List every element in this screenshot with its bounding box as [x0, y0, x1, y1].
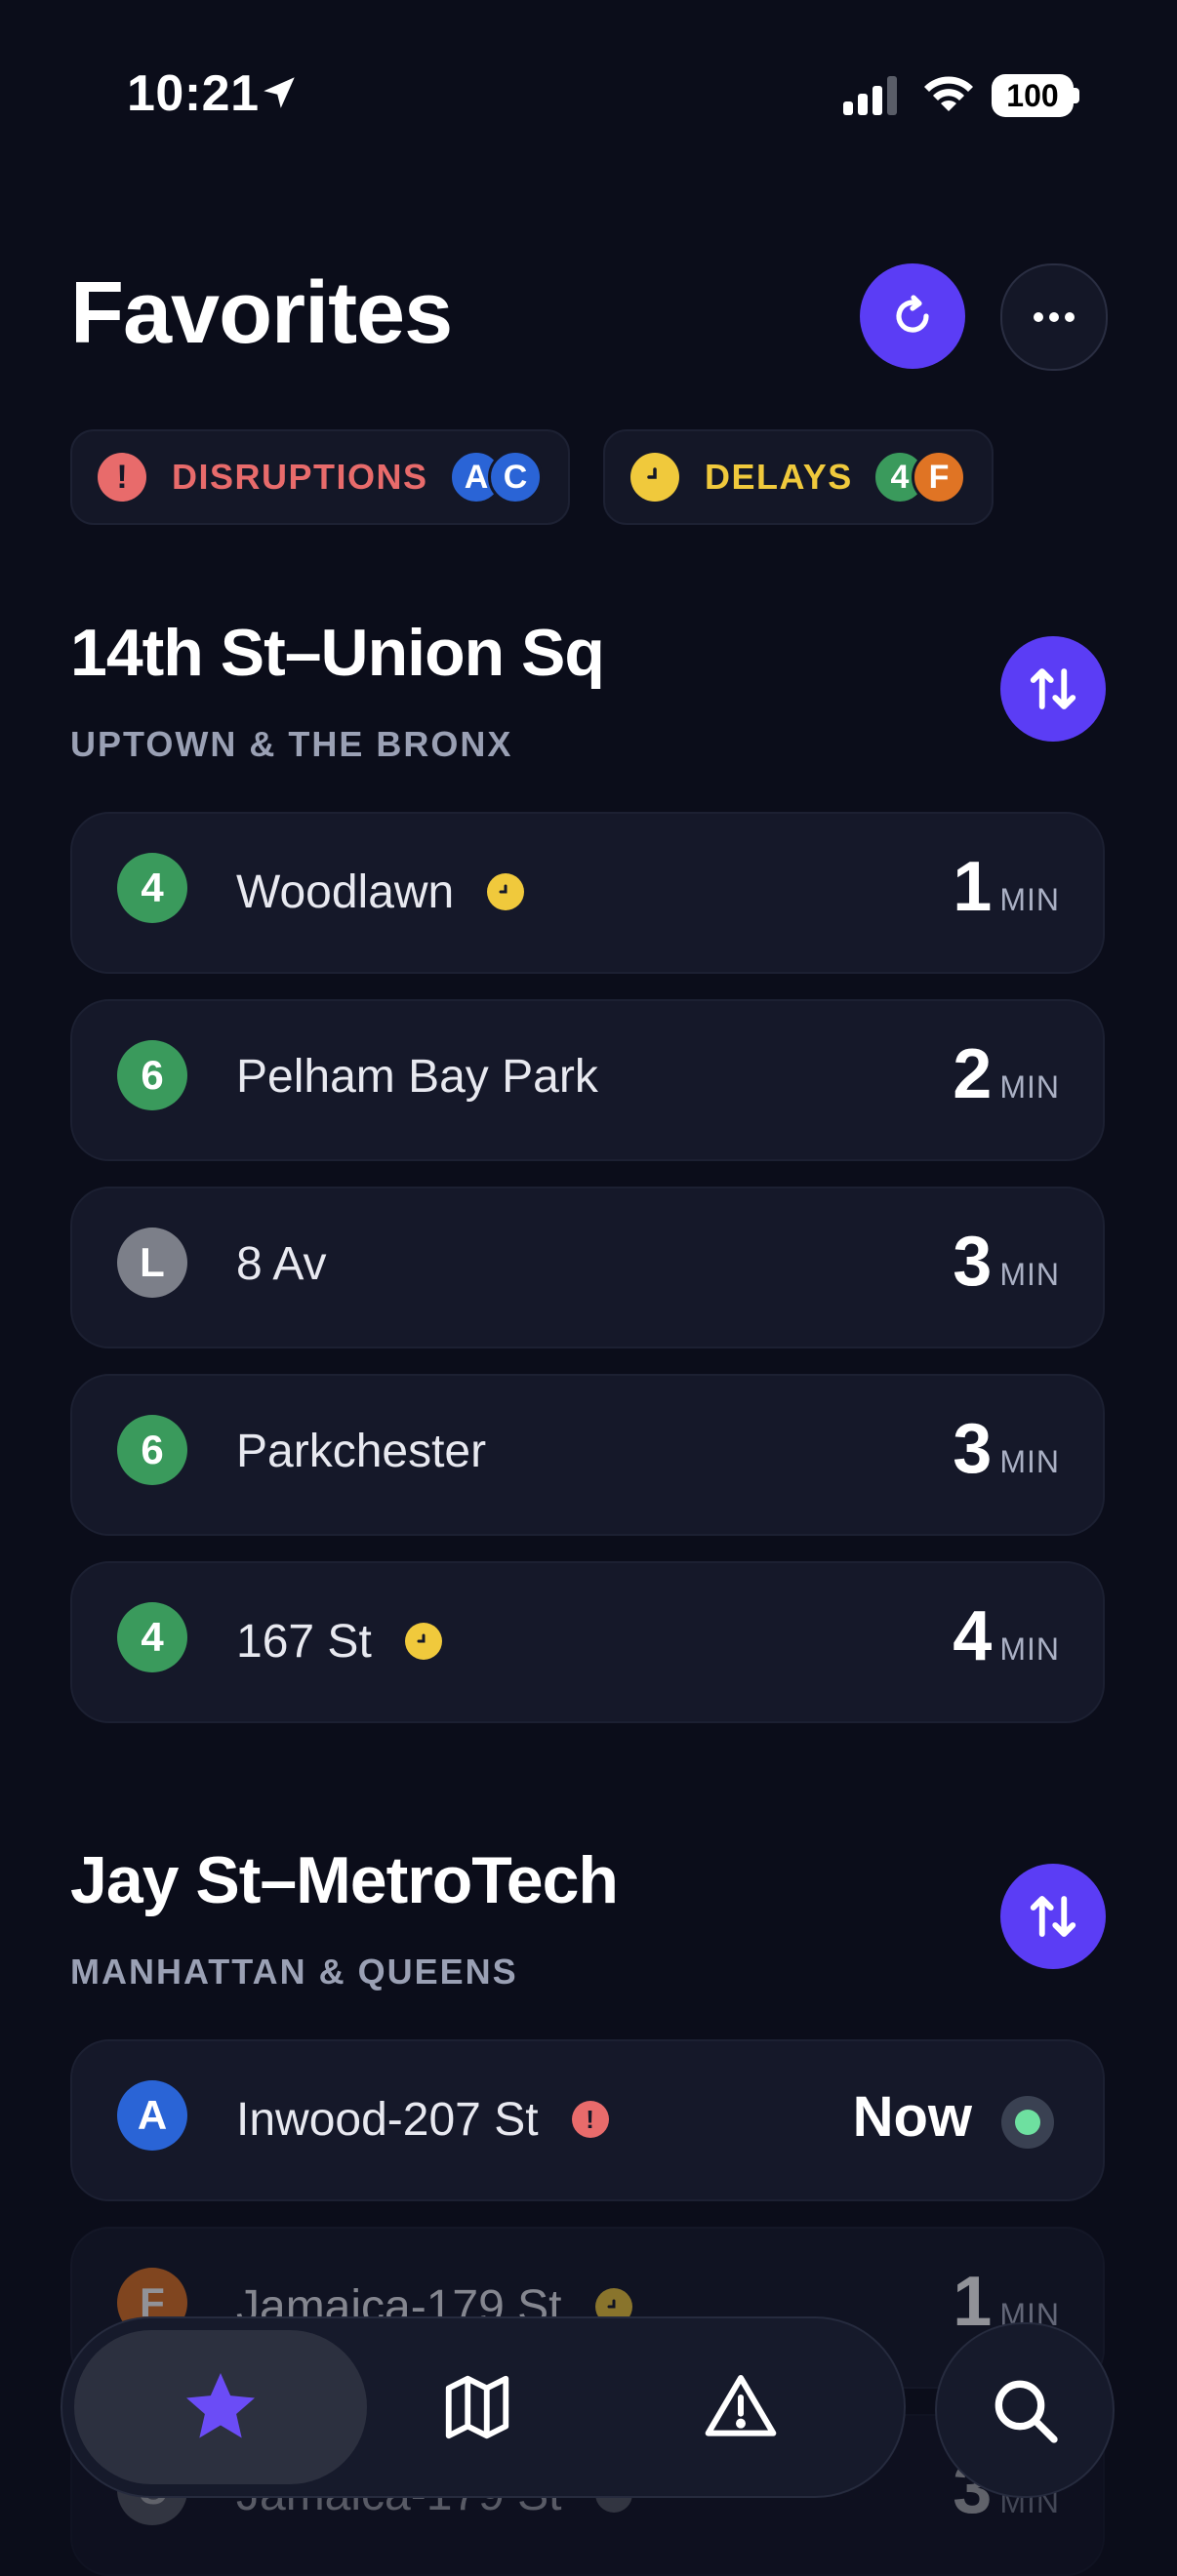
arrival-row[interactable]: 4 167 St 4 MIN	[70, 1561, 1105, 1723]
eta-minutes: 4	[953, 1597, 993, 1675]
eta-minutes: 1	[953, 848, 993, 926]
line-bullet: 4	[117, 853, 187, 923]
cellular-signal-icon	[843, 76, 897, 115]
station-direction: UPTOWN & THE BRONX	[70, 724, 513, 764]
search-icon	[994, 2380, 1058, 2443]
battery-indicator: 100	[992, 74, 1074, 117]
delay-lines: 4 F	[873, 450, 966, 504]
battery-nub	[1074, 88, 1079, 103]
line-bullet: F	[912, 450, 966, 504]
arrival-row[interactable]: 6 Pelham Bay Park 2 MIN	[70, 999, 1105, 1161]
destination: Parkchester	[236, 1426, 487, 1477]
swap-arrows-icon	[1030, 1896, 1076, 1937]
destination: Pelham Bay Park	[236, 1051, 598, 1103]
eta-unit: MIN	[999, 1069, 1060, 1105]
line-bullet: C	[488, 450, 543, 504]
tab-favorites[interactable]	[74, 2330, 367, 2484]
location-arrow-icon	[264, 77, 295, 108]
refresh-button[interactable]	[860, 263, 965, 369]
line-bullet: L	[117, 1228, 187, 1298]
page-title: Favorites	[70, 264, 453, 362]
map-icon	[445, 2375, 509, 2439]
eta-now: Now	[852, 2085, 972, 2149]
destination: Woodlawn	[236, 865, 455, 918]
eta-minutes: 2	[953, 1035, 993, 1113]
refresh-icon	[896, 295, 929, 333]
eta-unit: MIN	[999, 882, 1060, 917]
line-bullet: 4	[117, 1602, 187, 1672]
swap-direction-button[interactable]	[1000, 636, 1106, 742]
delay-clock-icon	[404, 1623, 442, 1660]
line-bullet: A	[117, 2080, 187, 2151]
ellipsis-icon	[1034, 312, 1075, 322]
delays-pill[interactable]: DELAYS 4 F	[603, 429, 994, 525]
station-direction: MANHATTAN & QUEENS	[70, 1952, 518, 1992]
delays-label: DELAYS	[705, 457, 853, 497]
live-indicator-icon	[1001, 2096, 1054, 2149]
clock-icon	[630, 453, 679, 502]
disruptions-pill[interactable]: ! DISRUPTIONS A C	[70, 429, 570, 525]
swap-direction-button[interactable]	[1000, 1864, 1106, 1969]
line-bullet: 6	[117, 1040, 187, 1110]
disruptions-label: DISRUPTIONS	[172, 457, 428, 497]
swap-arrows-icon	[1030, 668, 1076, 709]
more-options-button[interactable]	[1000, 263, 1108, 371]
delay-clock-icon	[487, 873, 525, 910]
eta-minutes: 3	[953, 1410, 993, 1488]
arrival-row[interactable]: A Inwood-207 St ! Now	[70, 2039, 1105, 2201]
wifi-icon	[924, 76, 973, 111]
disruption-lines: A C	[449, 450, 543, 504]
search-button[interactable]	[935, 2322, 1115, 2498]
disruption-icon: !	[98, 453, 146, 502]
destination: 8 Av	[236, 1238, 327, 1290]
destination: Inwood-207 St	[236, 2093, 539, 2146]
destination: 167 St	[236, 1615, 372, 1668]
eta-unit: MIN	[999, 1257, 1060, 1292]
status-time: 10:21	[127, 65, 260, 122]
eta-unit: MIN	[999, 1444, 1060, 1479]
station-title: 14th St–Union Sq	[70, 616, 605, 690]
eta-minutes: 3	[953, 1223, 993, 1301]
tab-alerts[interactable]	[697, 2363, 785, 2451]
tab-bar	[61, 2316, 906, 2498]
alerts-warning-icon	[705, 2375, 777, 2436]
disruption-alert-icon: !	[571, 2101, 609, 2138]
favorites-star-icon	[186, 2373, 255, 2438]
eta-unit: MIN	[999, 1631, 1060, 1667]
arrival-row[interactable]: 6 Parkchester 3 MIN	[70, 1374, 1105, 1536]
arrival-row[interactable]: 4 Woodlawn 1 MIN	[70, 812, 1105, 974]
arrival-row[interactable]: L 8 Av 3 MIN	[70, 1187, 1105, 1348]
station-title: Jay St–MetroTech	[70, 1843, 619, 1917]
line-bullet: 6	[117, 1415, 187, 1485]
tab-map[interactable]	[433, 2363, 521, 2451]
